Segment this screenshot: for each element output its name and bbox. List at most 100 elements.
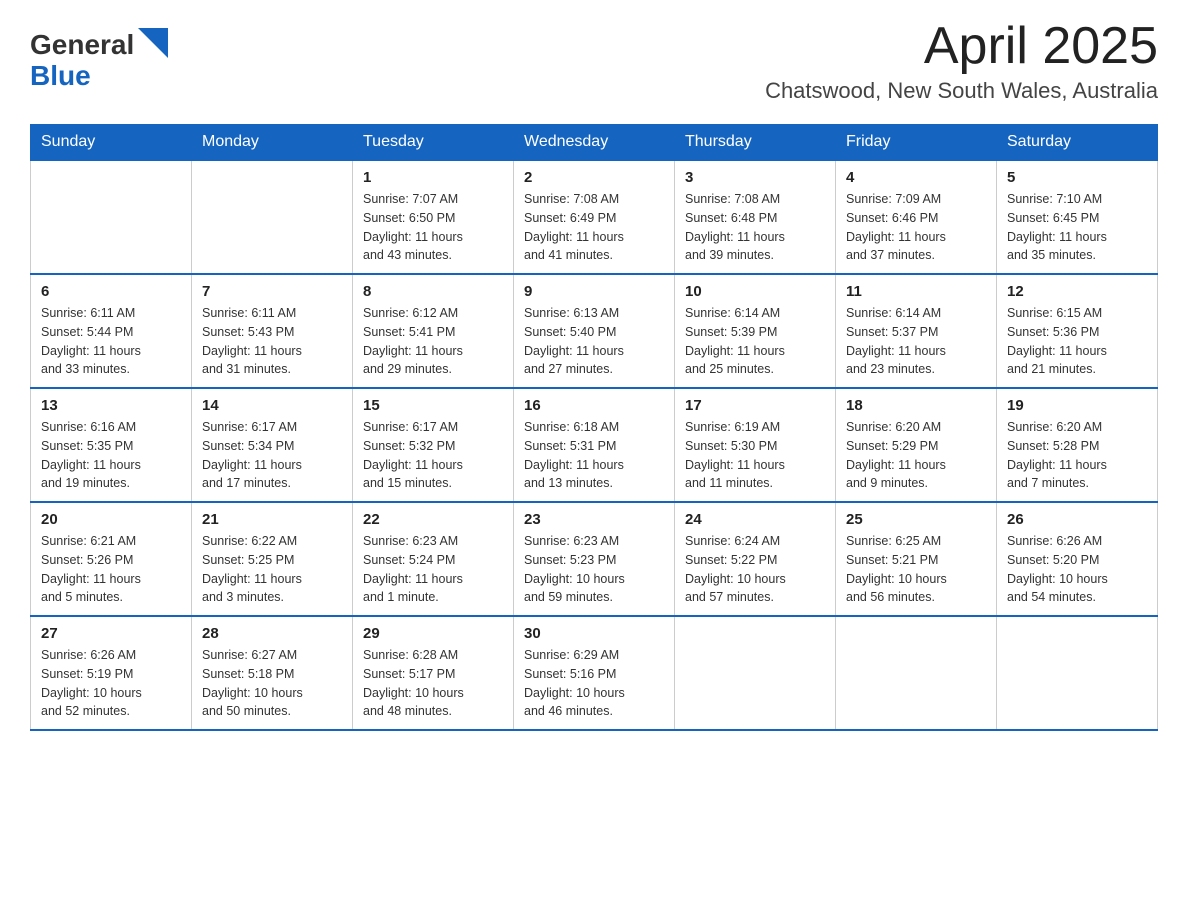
day-info: Sunrise: 6:26 AM Sunset: 5:20 PM Dayligh… — [1007, 532, 1147, 607]
day-info: Sunrise: 6:20 AM Sunset: 5:28 PM Dayligh… — [1007, 418, 1147, 493]
day-info: Sunrise: 6:25 AM Sunset: 5:21 PM Dayligh… — [846, 532, 986, 607]
calendar-cell: 16Sunrise: 6:18 AM Sunset: 5:31 PM Dayli… — [514, 388, 675, 502]
day-info: Sunrise: 6:21 AM Sunset: 5:26 PM Dayligh… — [41, 532, 181, 607]
day-number: 27 — [41, 625, 181, 642]
day-number: 28 — [202, 625, 342, 642]
day-number: 16 — [524, 397, 664, 414]
calendar-day-header: Sunday — [31, 125, 192, 161]
calendar-cell: 3 Sunrise: 7:08 AM Sunset: 6:48 PM Daylig… — [675, 160, 836, 274]
calendar-cell: 22 Sunrise: 6:23 AM Sunset: 5:24 PM Dayli… — [353, 502, 514, 616]
calendar-cell: 21 Sunrise: 6:22 AM Sunset: 5:25 PM Dayli… — [192, 502, 353, 616]
calendar-cell: 4 Sunrise: 7:09 AM Sunset: 6:46 PM Daylig… — [836, 160, 997, 274]
calendar-day-header: Wednesday — [514, 125, 675, 161]
day-number: 18 — [846, 397, 986, 414]
day-number: 7 — [202, 283, 342, 300]
calendar-cell: 5 Sunrise: 7:10 AM Sunset: 6:45 PM Daylig… — [997, 160, 1158, 274]
day-info: Sunrise: 7:10 AM Sunset: 6:45 PM Dayligh… — [1007, 190, 1147, 265]
calendar-cell: 15 Sunrise: 6:17 AM Sunset: 5:32 PM Dayli… — [353, 388, 514, 502]
day-number: 6 — [41, 283, 181, 300]
day-info: Sunrise: 7:08 AM Sunset: 6:49 PM Dayligh… — [524, 190, 664, 265]
calendar-cell: 30 Sunrise: 6:29 AM Sunset: 5:16 PM Dayli… — [514, 616, 675, 730]
day-info: Sunrise: 6:15 AM Sunset: 5:36 PM Dayligh… — [1007, 304, 1147, 379]
day-number: 2 — [524, 169, 664, 186]
calendar-cell: 2 Sunrise: 7:08 AM Sunset: 6:49 PM Daylig… — [514, 160, 675, 274]
day-info: Sunrise: 6:23 AM Sunset: 5:23 PM Dayligh… — [524, 532, 664, 607]
day-number: 23 — [524, 511, 664, 528]
calendar-cell: 17Sunrise: 6:19 AM Sunset: 5:30 PM Dayli… — [675, 388, 836, 502]
calendar-day-header: Friday — [836, 125, 997, 161]
page-header: General Blue April 2025 Chatswood, New S… — [30, 20, 1158, 104]
day-info: Sunrise: 6:27 AM Sunset: 5:18 PM Dayligh… — [202, 646, 342, 721]
calendar-day-header: Thursday — [675, 125, 836, 161]
calendar-cell: 29Sunrise: 6:28 AM Sunset: 5:17 PM Dayli… — [353, 616, 514, 730]
calendar-cell — [997, 616, 1158, 730]
calendar-cell — [675, 616, 836, 730]
day-number: 1 — [363, 169, 503, 186]
calendar-cell: 7 Sunrise: 6:11 AM Sunset: 5:43 PM Daylig… — [192, 274, 353, 388]
day-info: Sunrise: 7:09 AM Sunset: 6:46 PM Dayligh… — [846, 190, 986, 265]
calendar-cell: 12 Sunrise: 6:15 AM Sunset: 5:36 PM Dayli… — [997, 274, 1158, 388]
calendar-day-header: Tuesday — [353, 125, 514, 161]
calendar-cell: 10 Sunrise: 6:14 AM Sunset: 5:39 PM Dayli… — [675, 274, 836, 388]
day-number: 5 — [1007, 169, 1147, 186]
calendar-cell: 26 Sunrise: 6:26 AM Sunset: 5:20 PM Dayli… — [997, 502, 1158, 616]
calendar-cell: 24Sunrise: 6:24 AM Sunset: 5:22 PM Dayli… — [675, 502, 836, 616]
calendar-cell: 27Sunrise: 6:26 AM Sunset: 5:19 PM Dayli… — [31, 616, 192, 730]
calendar-day-header: Saturday — [997, 125, 1158, 161]
day-number: 12 — [1007, 283, 1147, 300]
logo-arrow-icon — [138, 28, 168, 58]
day-number: 3 — [685, 169, 825, 186]
logo-blue-text: Blue — [30, 61, 168, 92]
day-number: 8 — [363, 283, 503, 300]
day-info: Sunrise: 6:17 AM Sunset: 5:32 PM Dayligh… — [363, 418, 503, 493]
calendar-cell — [31, 160, 192, 274]
calendar-cell: 18 Sunrise: 6:20 AM Sunset: 5:29 PM Dayli… — [836, 388, 997, 502]
calendar-week-row: 20 Sunrise: 6:21 AM Sunset: 5:26 PM Dayli… — [31, 502, 1158, 616]
logo-general-text: General — [30, 30, 134, 61]
day-info: Sunrise: 6:19 AM Sunset: 5:30 PM Dayligh… — [685, 418, 825, 493]
day-number: 30 — [524, 625, 664, 642]
day-number: 15 — [363, 397, 503, 414]
day-number: 21 — [202, 511, 342, 528]
calendar-week-row: 6Sunrise: 6:11 AM Sunset: 5:44 PM Daylig… — [31, 274, 1158, 388]
day-info: Sunrise: 6:13 AM Sunset: 5:40 PM Dayligh… — [524, 304, 664, 379]
day-info: Sunrise: 6:29 AM Sunset: 5:16 PM Dayligh… — [524, 646, 664, 721]
calendar-cell: 14Sunrise: 6:17 AM Sunset: 5:34 PM Dayli… — [192, 388, 353, 502]
logo: General Blue — [30, 30, 168, 92]
day-number: 9 — [524, 283, 664, 300]
day-info: Sunrise: 6:20 AM Sunset: 5:29 PM Dayligh… — [846, 418, 986, 493]
day-info: Sunrise: 6:22 AM Sunset: 5:25 PM Dayligh… — [202, 532, 342, 607]
day-number: 20 — [41, 511, 181, 528]
day-info: Sunrise: 6:11 AM Sunset: 5:43 PM Dayligh… — [202, 304, 342, 379]
calendar-cell: 13Sunrise: 6:16 AM Sunset: 5:35 PM Dayli… — [31, 388, 192, 502]
day-info: Sunrise: 7:07 AM Sunset: 6:50 PM Dayligh… — [363, 190, 503, 265]
day-number: 25 — [846, 511, 986, 528]
calendar-week-row: 13Sunrise: 6:16 AM Sunset: 5:35 PM Dayli… — [31, 388, 1158, 502]
day-info: Sunrise: 6:23 AM Sunset: 5:24 PM Dayligh… — [363, 532, 503, 607]
day-info: Sunrise: 6:16 AM Sunset: 5:35 PM Dayligh… — [41, 418, 181, 493]
day-number: 29 — [363, 625, 503, 642]
calendar-cell: 11Sunrise: 6:14 AM Sunset: 5:37 PM Dayli… — [836, 274, 997, 388]
calendar-cell: 8 Sunrise: 6:12 AM Sunset: 5:41 PM Daylig… — [353, 274, 514, 388]
calendar-table: SundayMondayTuesdayWednesdayThursdayFrid… — [30, 124, 1158, 731]
day-number: 22 — [363, 511, 503, 528]
day-number: 10 — [685, 283, 825, 300]
calendar-week-row: 27Sunrise: 6:26 AM Sunset: 5:19 PM Dayli… — [31, 616, 1158, 730]
title-section: April 2025 Chatswood, New South Wales, A… — [765, 20, 1158, 104]
day-number: 24 — [685, 511, 825, 528]
month-title: April 2025 — [765, 20, 1158, 72]
calendar-cell: 28 Sunrise: 6:27 AM Sunset: 5:18 PM Dayli… — [192, 616, 353, 730]
day-number: 26 — [1007, 511, 1147, 528]
calendar-cell: 25 Sunrise: 6:25 AM Sunset: 5:21 PM Dayli… — [836, 502, 997, 616]
day-info: Sunrise: 6:17 AM Sunset: 5:34 PM Dayligh… — [202, 418, 342, 493]
calendar-cell: 1 Sunrise: 7:07 AM Sunset: 6:50 PM Daylig… — [353, 160, 514, 274]
calendar-cell: 9 Sunrise: 6:13 AM Sunset: 5:40 PM Daylig… — [514, 274, 675, 388]
calendar-cell — [836, 616, 997, 730]
calendar-cell: 19Sunrise: 6:20 AM Sunset: 5:28 PM Dayli… — [997, 388, 1158, 502]
day-number: 4 — [846, 169, 986, 186]
day-info: Sunrise: 6:12 AM Sunset: 5:41 PM Dayligh… — [363, 304, 503, 379]
calendar-cell — [192, 160, 353, 274]
day-info: Sunrise: 6:14 AM Sunset: 5:39 PM Dayligh… — [685, 304, 825, 379]
calendar-cell: 23 Sunrise: 6:23 AM Sunset: 5:23 PM Dayli… — [514, 502, 675, 616]
day-info: Sunrise: 7:08 AM Sunset: 6:48 PM Dayligh… — [685, 190, 825, 265]
